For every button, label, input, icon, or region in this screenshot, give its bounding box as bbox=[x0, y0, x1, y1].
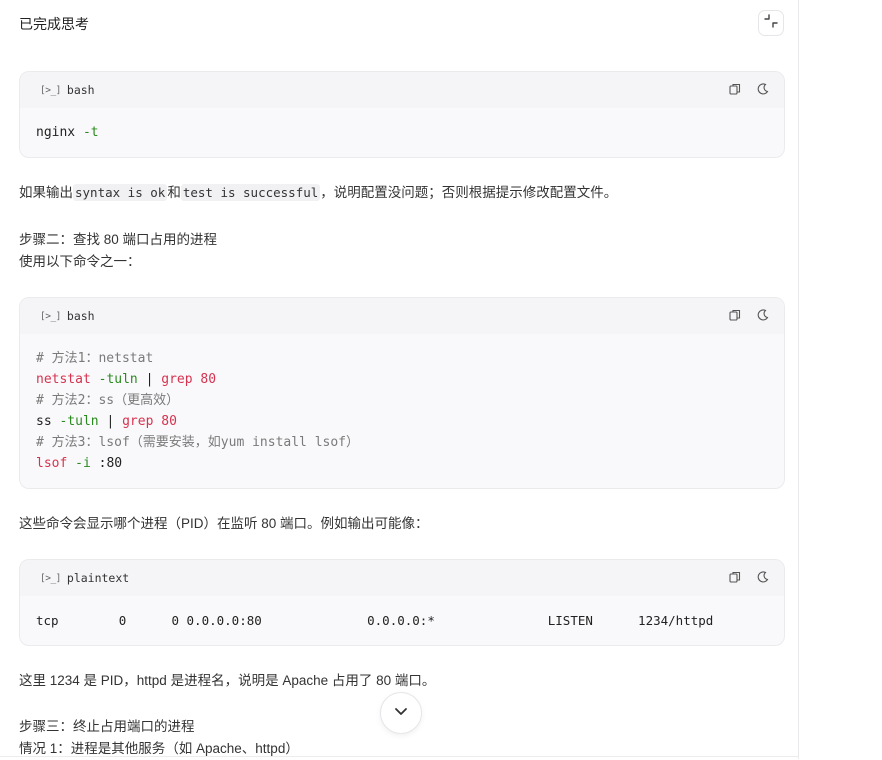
copy-icon[interactable] bbox=[728, 570, 742, 584]
chevron-down-icon bbox=[393, 703, 409, 724]
moon-icon[interactable] bbox=[756, 308, 770, 322]
thinking-status-title: 已完成思考 bbox=[19, 16, 89, 32]
collapse-icon bbox=[764, 13, 778, 33]
collapse-button[interactable] bbox=[758, 10, 784, 36]
terminal-icon: [>_] bbox=[40, 84, 61, 96]
code-block-header: [>_] bash bbox=[20, 72, 784, 108]
inline-code: test is successful bbox=[180, 184, 321, 201]
step-heading: 步骤三：终止占用端口的进程 bbox=[19, 719, 195, 734]
copy-icon[interactable] bbox=[728, 82, 742, 96]
code-language-label: bash bbox=[66, 83, 95, 97]
terminal-icon: [>_] bbox=[40, 310, 61, 322]
moon-icon[interactable] bbox=[756, 82, 770, 96]
code-language-label: plaintext bbox=[66, 571, 130, 585]
divider bbox=[0, 756, 798, 757]
code-block-header: [>_] bash bbox=[20, 298, 784, 334]
moon-icon[interactable] bbox=[756, 570, 770, 584]
code-block: [>_] bash # 方法1：netstat netstat -tuln | … bbox=[19, 297, 785, 489]
code-block: [>_] bash nginx -t bbox=[19, 71, 785, 158]
terminal-icon: [>_] bbox=[40, 572, 61, 584]
copy-icon[interactable] bbox=[728, 308, 742, 322]
code-content: nginx -t bbox=[36, 125, 99, 140]
paragraph: 如果输出 syntax is ok 和 test is successful ，说明配置… bbox=[19, 184, 618, 201]
code-block: [>_] plaintext tcp 0 0 0.0.0.0:80 0.0.0.… bbox=[19, 559, 785, 646]
code-language-label: bash bbox=[66, 309, 95, 323]
chat-panel: 已完成思考 [>_] bash nginx -t 如果输出 syntax is o… bbox=[0, 0, 799, 759]
inline-code: syntax is ok bbox=[73, 184, 168, 201]
code-content: # 方法1：netstat netstat -tuln | grep 80 # … bbox=[36, 351, 360, 471]
paragraph: 这些命令会显示哪个进程（PID）在监听 80 端口。例如输出可能像： bbox=[19, 516, 429, 531]
code-block-header: [>_] plaintext bbox=[20, 560, 784, 596]
code-content: tcp 0 0 0.0.0.0:80 0.0.0.0:* LISTEN 1234… bbox=[36, 613, 714, 628]
scroll-to-bottom-button[interactable] bbox=[380, 692, 422, 734]
paragraph: 使用以下命令之一： bbox=[19, 254, 141, 269]
paragraph: 这里 1234 是 PID，httpd 是进程名，说明是 Apache 占用了 … bbox=[19, 673, 436, 688]
step-heading: 步骤二：查找 80 端口占用的进程 bbox=[19, 232, 218, 247]
